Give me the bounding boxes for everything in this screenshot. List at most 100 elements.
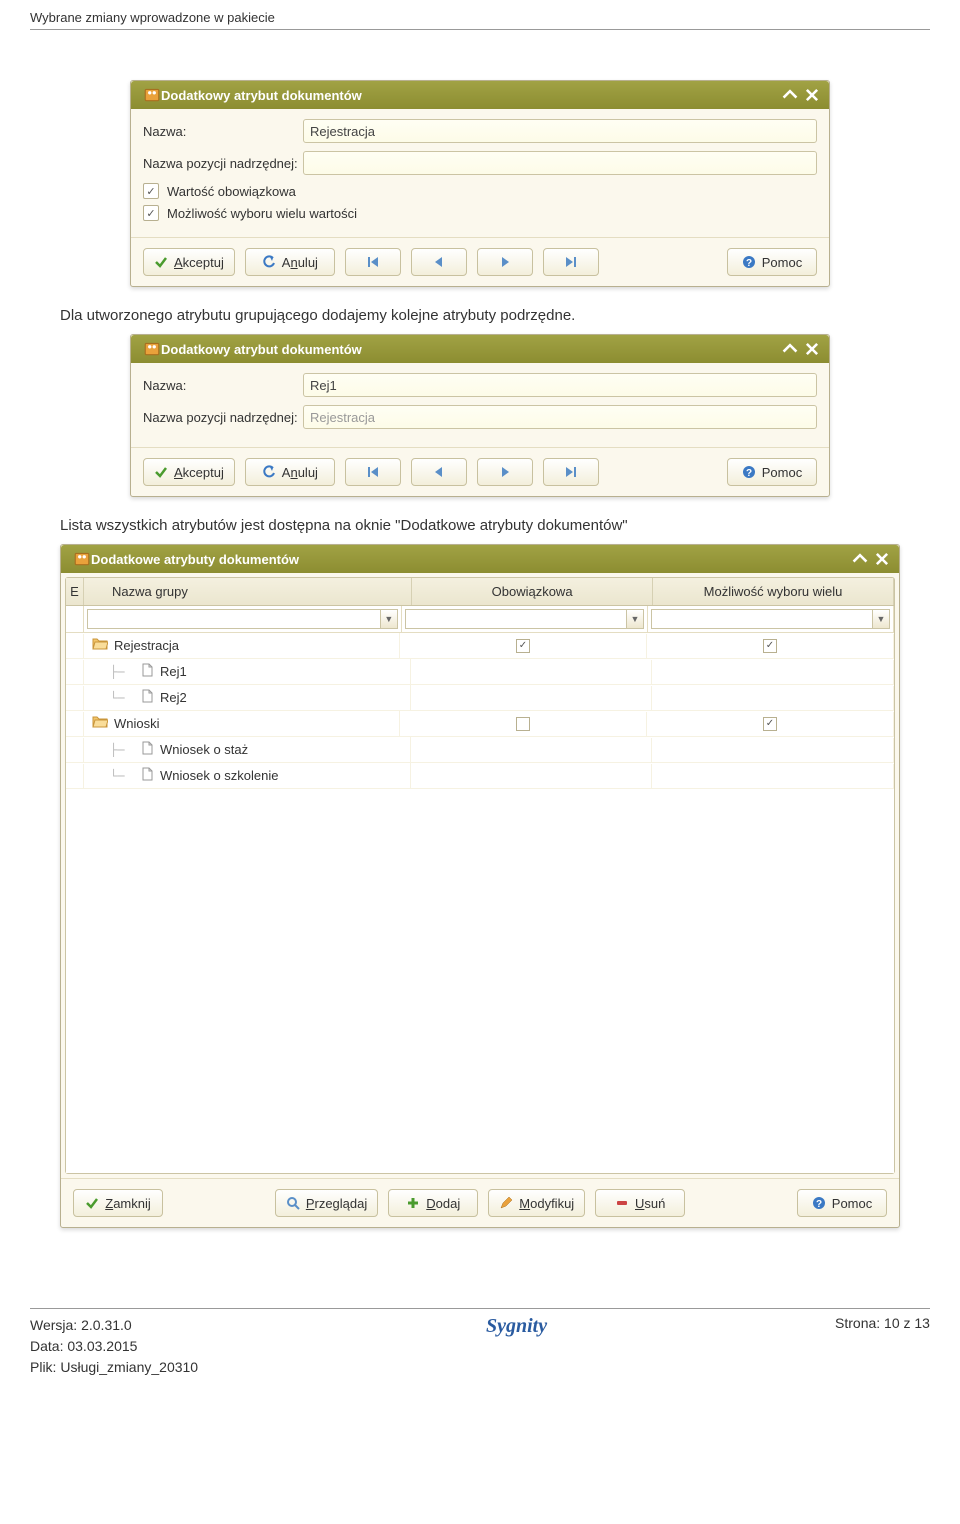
plus-icon: [406, 1196, 420, 1210]
app-icon: [73, 551, 91, 567]
brand-logo: Sygnity: [486, 1315, 547, 1338]
dialog-attributes-list: Dodatkowe atrybuty dokumentów E Nazwa gr…: [60, 544, 900, 1228]
row-label: Rej1: [160, 664, 187, 679]
prev-icon: [432, 255, 446, 269]
accept-button[interactable]: Akceptuj: [143, 248, 235, 276]
modify-button[interactable]: Modyfikuj: [488, 1189, 585, 1217]
close-icon[interactable]: [803, 341, 821, 357]
multi-checkbox-row[interactable]: ✓ Możliwość wyboru wielu wartości: [143, 205, 817, 221]
help-label: Pomoc: [762, 255, 802, 270]
col-multi[interactable]: Możliwość wyboru wielu: [653, 578, 894, 605]
filter-required-input[interactable]: [405, 609, 626, 629]
add-button[interactable]: Dodaj: [388, 1189, 478, 1217]
row-label: Wnioski: [114, 716, 160, 731]
app-icon: [143, 87, 161, 103]
tree-connector-icon: ├─: [110, 743, 134, 757]
filter-name-input[interactable]: [87, 609, 380, 629]
checkbox-checked-icon[interactable]: ✓: [763, 639, 777, 653]
required-checkbox-row[interactable]: ✓ Wartość obowiązkowa: [143, 183, 817, 199]
dropdown-icon[interactable]: ▼: [872, 609, 890, 629]
collapse-icon[interactable]: [781, 341, 799, 357]
first-icon: [366, 465, 380, 479]
page-footer: Wersja: 2.0.31.0 Data: 03.03.2015 Plik: …: [30, 1308, 930, 1378]
dropdown-icon[interactable]: ▼: [380, 609, 398, 629]
help-button[interactable]: ? Pomoc: [797, 1189, 887, 1217]
cancel-button[interactable]: Anuluj: [245, 458, 335, 486]
minus-icon: [615, 1196, 629, 1210]
table-row[interactable]: Rejestracja✓✓: [66, 633, 894, 659]
search-icon: [286, 1196, 300, 1210]
cell-required: ✓: [400, 634, 647, 658]
col-name[interactable]: Nazwa grupy: [84, 578, 412, 605]
next-button[interactable]: [477, 248, 533, 276]
table-row[interactable]: └─ Wniosek o szkolenie: [66, 763, 894, 789]
prev-button[interactable]: [411, 458, 467, 486]
last-icon: [564, 465, 578, 479]
document-icon: [140, 689, 154, 706]
close-icon[interactable]: [873, 551, 891, 567]
cell-name: ├─Wniosek o staż: [84, 737, 411, 762]
table-row[interactable]: ├─Wniosek o staż: [66, 737, 894, 763]
tree-connector-icon: ├─: [110, 665, 134, 679]
cell-multi: ✓: [647, 634, 894, 658]
checkbox-checked-icon[interactable]: ✓: [516, 639, 530, 653]
dialog2-title: Dodatkowy atrybut dokumentów: [161, 342, 362, 357]
row-gutter: [66, 634, 84, 658]
collapse-icon[interactable]: [781, 87, 799, 103]
close-icon[interactable]: [803, 87, 821, 103]
cell-required: [411, 660, 653, 684]
parent-input[interactable]: [303, 405, 817, 429]
help-icon: ?: [742, 255, 756, 269]
file-label: Plik:: [30, 1359, 56, 1375]
filter-multi-input[interactable]: [651, 609, 872, 629]
app-icon: [143, 341, 161, 357]
browse-button[interactable]: Przeglądaj: [275, 1189, 378, 1217]
date-value: 03.03.2015: [67, 1338, 137, 1354]
table-row[interactable]: ├─ Rej1: [66, 659, 894, 685]
cell-required: [411, 686, 653, 710]
help-button[interactable]: ? Pomoc: [727, 248, 817, 276]
name-input[interactable]: [303, 119, 817, 143]
checkbox-checked-icon[interactable]: ✓: [763, 717, 777, 731]
folder-icon: [92, 715, 108, 732]
table-row[interactable]: Wnioski ✓: [66, 711, 894, 737]
close-button[interactable]: Zamknij: [73, 1189, 163, 1217]
cancel-button[interactable]: Anuluj: [245, 248, 335, 276]
name-input[interactable]: [303, 373, 817, 397]
edit-icon: [499, 1196, 513, 1210]
last-button[interactable]: [543, 248, 599, 276]
cell-multi: ✓: [647, 712, 894, 736]
last-button[interactable]: [543, 458, 599, 486]
page-header: Wybrane zmiany wprowadzone w pakiecie: [30, 10, 930, 30]
attributes-grid: E Nazwa grupy Obowiązkowa Możliwość wybo…: [65, 577, 895, 1174]
tree-connector-icon: └─: [110, 769, 134, 783]
page-value: 10 z 13: [884, 1315, 930, 1331]
cell-required: [400, 712, 647, 736]
dialog3-title: Dodatkowe atrybuty dokumentów: [91, 552, 299, 567]
dialog-attribute-2: Dodatkowy atrybut dokumentów Nazwa: Nazw…: [130, 334, 830, 497]
table-row[interactable]: └─Rej2: [66, 685, 894, 711]
checkbox-unchecked-icon[interactable]: [516, 717, 530, 731]
col-expand[interactable]: E: [66, 578, 84, 605]
svg-text:?: ?: [746, 468, 752, 479]
first-button[interactable]: [345, 248, 401, 276]
parent-input[interactable]: [303, 151, 817, 175]
row-gutter: [66, 712, 84, 736]
delete-button[interactable]: Usuń: [595, 1189, 685, 1217]
help-label: Pomoc: [832, 1196, 872, 1211]
collapse-icon[interactable]: [851, 551, 869, 567]
required-label: Wartość obowiązkowa: [167, 184, 296, 199]
help-button[interactable]: ? Pomoc: [727, 458, 817, 486]
next-button[interactable]: [477, 458, 533, 486]
accept-underline: A: [174, 255, 183, 270]
col-required[interactable]: Obowiązkowa: [412, 578, 653, 605]
first-button[interactable]: [345, 458, 401, 486]
help-icon: ?: [812, 1196, 826, 1210]
cancel-rest: uluj: [298, 255, 318, 270]
row-label: Wniosek o szkolenie: [160, 768, 279, 783]
prev-button[interactable]: [411, 248, 467, 276]
dropdown-icon[interactable]: ▼: [626, 609, 644, 629]
folder-icon: [92, 637, 108, 654]
name-label: Nazwa:: [143, 124, 303, 139]
accept-button[interactable]: Akceptuj: [143, 458, 235, 486]
